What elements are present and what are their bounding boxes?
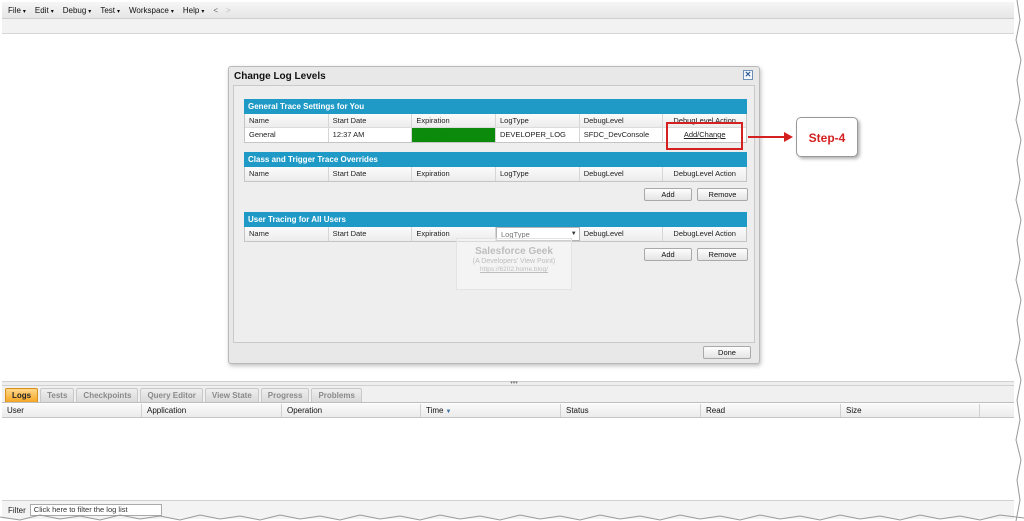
chevron-down-icon: ▾ <box>88 8 92 15</box>
user-tracing-remove-button[interactable]: Remove <box>697 248 748 261</box>
menu-test-label: Test <box>100 5 115 15</box>
chevron-down-icon: ▾ <box>116 8 120 15</box>
menu-test[interactable]: Test ▾ <box>100 6 120 15</box>
col-time[interactable]: Time ▼ <box>421 404 561 417</box>
cell-logtype: DEVELOPER_LOG <box>496 128 580 142</box>
watermark-subtitle: (A Developers' View Point) <box>472 258 556 265</box>
chevron-down-icon: ▾ <box>201 8 205 15</box>
section-header: Class and Trigger Trace Overrides <box>244 152 747 167</box>
menu-bar: File ▾ Edit ▾ Debug ▾ Test ▾ Workspace ▾ Help… <box>2 2 1014 19</box>
col-name: Name <box>245 167 329 181</box>
change-log-levels-dialog: Change Log Levels ✕ General Trace Settin… <box>228 66 760 364</box>
arrow-right-icon <box>784 132 793 142</box>
log-list <box>2 418 1014 500</box>
class-trigger-add-button[interactable]: Add <box>644 188 692 201</box>
close-icon[interactable]: ✕ <box>743 70 753 80</box>
chevron-down-icon: ▾ <box>170 8 174 15</box>
col-start-date: Start Date <box>329 114 413 127</box>
col-name: Name <box>245 114 329 127</box>
watermark-title: Salesforce Geek <box>475 246 553 257</box>
menu-debug[interactable]: Debug ▾ <box>63 6 92 15</box>
cell-expiration: 12:42 AM <box>412 128 497 142</box>
editor-tab-strip <box>2 19 1014 34</box>
menu-debug-label: Debug <box>62 5 87 15</box>
cell-name: General <box>245 128 329 142</box>
col-extra <box>980 404 1014 417</box>
chevron-down-icon: ▾ <box>50 8 54 15</box>
back-arrow-icon[interactable]: < <box>213 6 218 15</box>
menu-edit-label: Edit <box>34 5 49 15</box>
section-header: General Trace Settings for You <box>244 99 747 114</box>
torn-edge-right <box>1015 0 1022 521</box>
class-trigger-remove-button[interactable]: Remove <box>697 188 748 201</box>
col-debuglevel-action: DebugLevel Action <box>673 229 736 238</box>
col-read[interactable]: Read <box>701 404 841 417</box>
cell-debuglevel: SFDC_DevConsole <box>580 128 664 142</box>
cell-start-date: 12:37 AM <box>329 128 413 142</box>
col-logtype: LogType <box>496 114 580 127</box>
menu-edit[interactable]: Edit ▾ <box>35 6 54 15</box>
watermark-url: https://6202.home.blog/ <box>480 266 548 273</box>
menu-file-label: File <box>8 5 21 15</box>
col-debuglevel: DebugLevel <box>580 114 664 127</box>
bottom-tab-bar: Logs Tests Checkpoints Query Editor View… <box>2 386 1014 403</box>
col-expiration: Expiration <box>412 167 497 181</box>
tab-view-state[interactable]: View State <box>204 388 259 402</box>
col-status[interactable]: Status <box>561 404 701 417</box>
col-operation[interactable]: Operation <box>282 404 421 417</box>
sort-down-icon: ▼ <box>445 409 452 415</box>
menu-workspace[interactable]: Workspace ▾ <box>129 6 174 15</box>
menu-help[interactable]: Help ▾ <box>183 6 204 15</box>
annotation-arrow <box>748 136 786 138</box>
class-trigger-section: Class and Trigger Trace Overrides Name S… <box>244 152 747 182</box>
forward-arrow-icon[interactable]: > <box>226 6 231 15</box>
watermark: Salesforce Geek (A Developers' View Poin… <box>456 238 572 290</box>
col-start-date: Start Date <box>329 227 413 241</box>
tab-query-editor[interactable]: Query Editor <box>140 388 203 402</box>
col-logtype: LogType <box>496 167 580 181</box>
col-debuglevel: DebugLevel <box>580 167 664 181</box>
col-start-date: Start Date <box>329 167 413 181</box>
col-size[interactable]: Size <box>841 404 980 417</box>
done-button[interactable]: Done <box>703 346 751 359</box>
col-debuglevel-action: DebugLevel Action <box>673 169 736 178</box>
grid-header-row: Name Start Date Expiration LogType Debug… <box>245 167 746 181</box>
menu-file[interactable]: File ▾ <box>8 6 26 15</box>
class-trigger-grid: Name Start Date Expiration LogType Debug… <box>244 167 747 182</box>
annotation-highlight-box <box>666 122 743 150</box>
col-expiration: Expiration <box>412 114 497 127</box>
col-user[interactable]: User <box>2 404 142 417</box>
section-header: User Tracing for All Users <box>244 212 747 227</box>
torn-edge-bottom <box>0 514 1024 521</box>
col-time-label: Time <box>426 406 444 415</box>
user-tracing-add-button[interactable]: Add <box>644 248 692 261</box>
menu-workspace-label: Workspace <box>129 5 169 15</box>
tab-logs[interactable]: Logs <box>5 388 39 402</box>
col-name: Name <box>245 227 329 241</box>
col-application[interactable]: Application <box>142 404 282 417</box>
step-callout: Step-4 <box>796 117 858 157</box>
col-debuglevel: DebugLevel <box>580 227 664 241</box>
tab-progress[interactable]: Progress <box>260 388 310 402</box>
dialog-title: Change Log Levels <box>234 71 326 82</box>
tab-problems[interactable]: Problems <box>311 388 362 402</box>
menu-help-label: Help <box>182 5 200 15</box>
chevron-down-icon: ▾ <box>22 8 26 15</box>
log-table-header: User Application Operation Time ▼ Status … <box>2 404 1014 418</box>
tab-tests[interactable]: Tests <box>40 388 75 402</box>
tab-checkpoints[interactable]: Checkpoints <box>76 388 139 402</box>
